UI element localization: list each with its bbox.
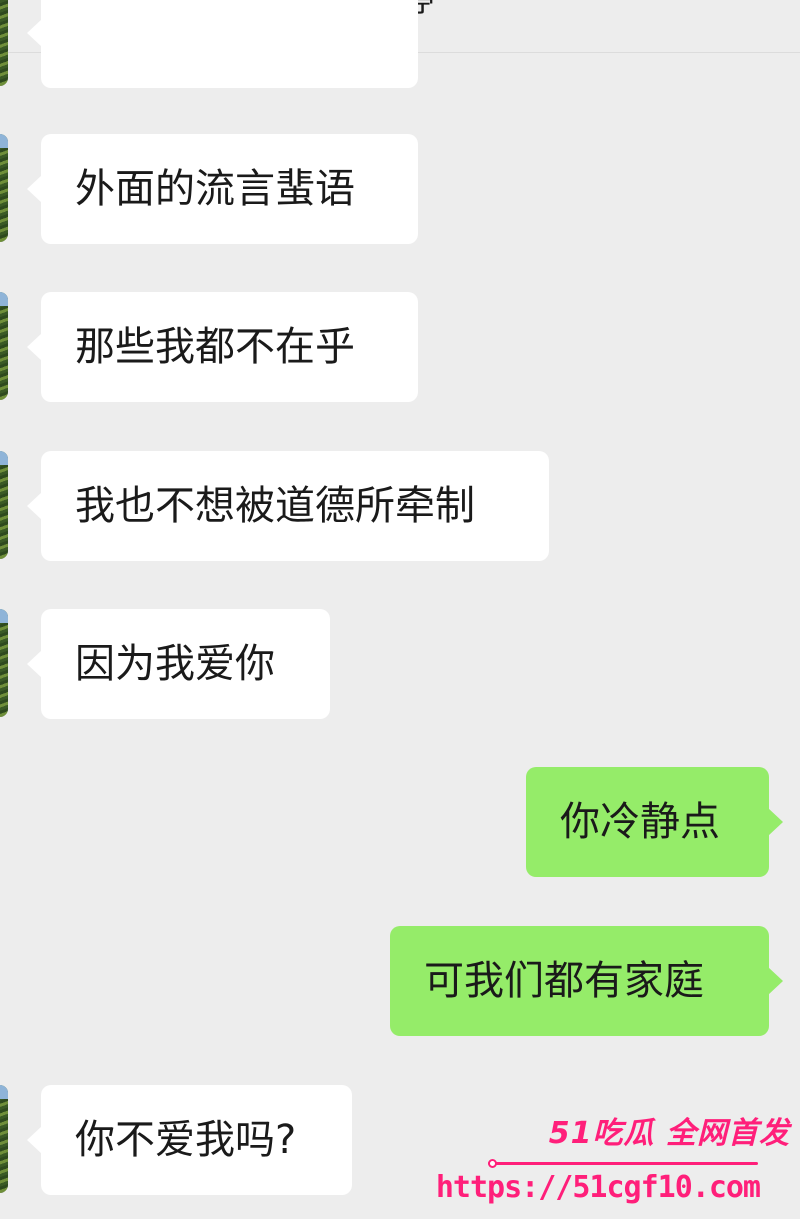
watermark-brand: 51吃瓜 全网首发: [548, 1116, 790, 1151]
message-bubble-incoming[interactable]: 你不爱我吗?: [27, 1085, 352, 1195]
contact-avatar[interactable]: [0, 1085, 8, 1193]
watermark: 51吃瓜 全网首发 https://51cgf10.com: [436, 1108, 794, 1216]
watermark-decoration: [488, 1159, 758, 1168]
message-bubble-outgoing[interactable]: 可我们都有家庭: [390, 926, 783, 1036]
contact-avatar[interactable]: [0, 609, 8, 717]
message-bubble-outgoing[interactable]: 你冷静点: [526, 767, 783, 877]
watermark-url: https://51cgf10.com: [435, 1170, 761, 1205]
contact-avatar[interactable]: [0, 134, 8, 242]
message-bubble-incoming[interactable]: 外面的流言蜚语: [27, 134, 418, 244]
contact-avatar[interactable]: [0, 0, 8, 86]
message-bubble-incoming[interactable]: 那些我都不在乎: [27, 292, 418, 402]
message-bubble-incoming[interactable]: 我也不想被道德所牵制: [27, 451, 549, 561]
contact-avatar[interactable]: [0, 451, 8, 559]
message-bubble-incoming[interactable]: 因为我爱你: [27, 609, 330, 719]
contact-avatar[interactable]: [0, 292, 8, 400]
message-bubble-incoming[interactable]: [27, 0, 418, 88]
